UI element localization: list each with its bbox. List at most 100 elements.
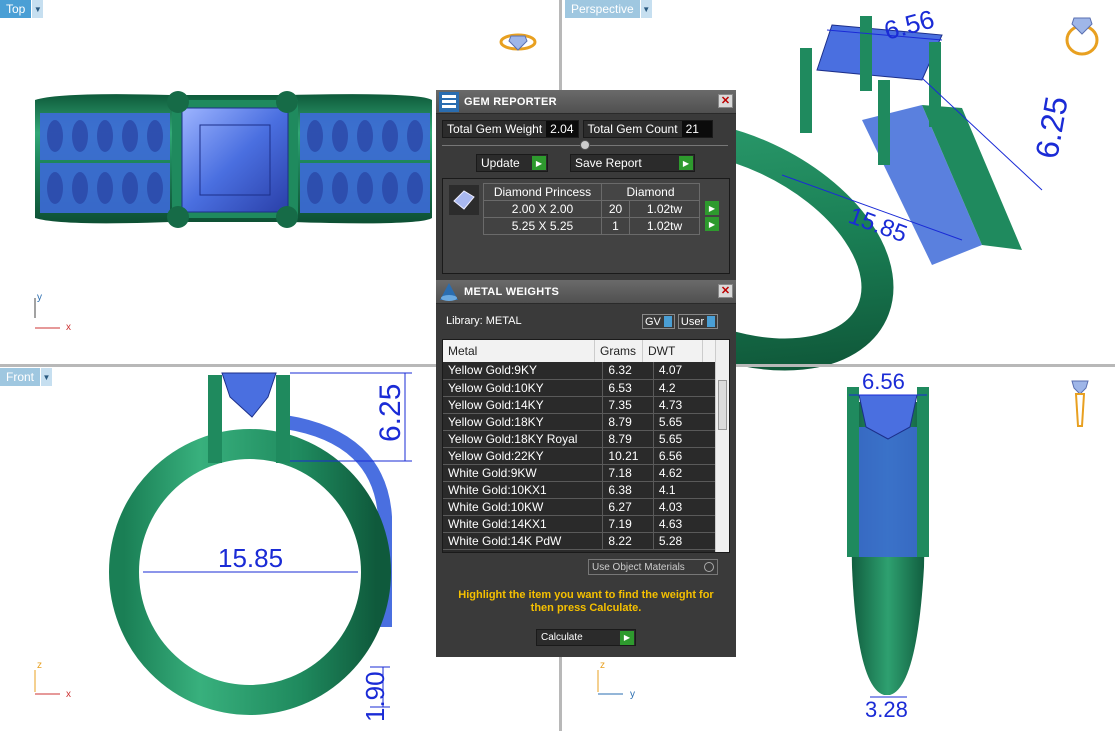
column-header: Diamond [601, 183, 700, 201]
update-button[interactable]: Update ▶ [476, 154, 548, 172]
metal-cell-grams: 7.19 [602, 515, 654, 533]
gem-row[interactable]: 5.25 X 5.25 1 1.02tw [483, 217, 700, 235]
metal-cell-dwt: 4.07 [653, 362, 718, 380]
toggle-label: Use Object Materials [592, 561, 685, 573]
metal-cell-grams: 6.53 [602, 379, 654, 397]
metal-cell-dwt: 4.1 [653, 481, 718, 499]
column-header[interactable]: DWT [643, 340, 703, 362]
gem-reporter-header[interactable]: GEM REPORTER ✕ [436, 90, 736, 114]
metal-list[interactable]: Metal Grams DWT Yellow Gold:9KY 6.32 4.07 Y… [442, 339, 730, 553]
metal-cell-metal: White Gold:10KW [443, 498, 604, 516]
metal-table: Yellow Gold:9KY 6.32 4.07 Yellow Gold:10KY 6… [443, 362, 718, 550]
metal-row[interactable]: White Gold:14K PdW 8.22 5.28 [443, 532, 718, 550]
metal-cell-dwt: 4.03 [653, 498, 718, 516]
row-select-icon[interactable]: ▶ [705, 201, 719, 215]
metal-cell-metal: Yellow Gold:22KY [443, 447, 604, 465]
total-gem-count: Total Gem Count 21 [582, 120, 713, 138]
gem-reporter-panel: GEM REPORTER ✕ Total Gem Weight 2.04 Tot… [436, 90, 736, 280]
metal-cell-grams: 6.38 [602, 481, 654, 499]
field-label: Total Gem Count [587, 122, 678, 136]
gem-count: 1 [601, 217, 630, 235]
play-icon: ▶ [679, 156, 693, 170]
library-label: Library: METAL [446, 315, 522, 327]
field-value: 21 [681, 121, 712, 137]
metal-row[interactable]: Yellow Gold:9KY 6.32 4.07 [443, 362, 718, 380]
ring-thumbnail-icon [499, 33, 537, 51]
axis-z-label: z [37, 660, 42, 671]
metal-cell-grams: 6.27 [602, 498, 654, 516]
dimension-width: 15.85 [218, 543, 283, 573]
metal-row[interactable]: White Gold:9KW 7.18 4.62 [443, 464, 718, 482]
gem-size: 5.25 X 5.25 [483, 217, 602, 235]
metal-cell-metal: Yellow Gold:9KY [443, 362, 604, 380]
metal-list-header: Metal Grams DWT [443, 340, 729, 362]
metal-cell-dwt: 5.65 [653, 430, 718, 448]
use-object-materials-toggle[interactable]: Use Object Materials [588, 559, 718, 575]
total-gem-weight: Total Gem Weight 2.04 [442, 120, 579, 138]
metal-weights-header[interactable]: METAL WEIGHTS ✕ [436, 280, 736, 304]
save-report-button[interactable]: Save Report ▶ [570, 154, 695, 172]
metal-cell-grams: 6.32 [602, 362, 654, 380]
metal-cell-metal: Yellow Gold:18KY [443, 413, 604, 431]
metal-cell-dwt: 6.56 [653, 447, 718, 465]
metal-row[interactable]: Yellow Gold:10KY 6.53 4.2 [443, 379, 718, 397]
metal-cell-metal: Yellow Gold:10KY [443, 379, 604, 397]
dimension-bottom: 3.28 [865, 697, 908, 722]
axis-x-label: x [66, 689, 71, 700]
metal-cell-metal: White Gold:14KX1 [443, 515, 604, 533]
gem-weight: 1.02tw [629, 217, 700, 235]
column-header: Diamond Princess [483, 183, 602, 201]
panel-title: METAL WEIGHTS [464, 285, 560, 298]
field-label: Total Gem Weight [447, 122, 543, 136]
slider-handle[interactable] [580, 140, 590, 150]
row-select-icon[interactable]: ▶ [705, 217, 719, 231]
gem-size: 2.00 X 2.00 [483, 200, 602, 218]
metal-cell-grams: 8.22 [602, 532, 654, 550]
radio-icon [704, 562, 714, 572]
metal-cell-grams: 7.35 [602, 396, 654, 414]
metal-row[interactable]: Yellow Gold:18KY Royal 8.79 5.65 [443, 430, 718, 448]
toggle-label: GV [645, 315, 661, 328]
metal-cell-metal: White Gold:10KX1 [443, 481, 604, 499]
button-label: Save Report [575, 156, 642, 170]
panel-title: GEM REPORTER [464, 95, 557, 108]
calculate-button[interactable]: Calculate ▶ [536, 629, 636, 646]
scrollbar[interactable] [715, 340, 729, 552]
field-value: 2.04 [546, 121, 578, 137]
axis-x-label: x [66, 322, 71, 333]
axis-y-label: y [630, 689, 635, 700]
close-icon[interactable]: ✕ [718, 94, 733, 108]
gv-toggle[interactable]: GV [642, 314, 675, 329]
metal-cell-dwt: 5.28 [653, 532, 718, 550]
toggle-indicator-icon [707, 316, 716, 327]
axis-z-label: z [600, 660, 605, 671]
play-icon: ▶ [620, 630, 634, 645]
metal-row[interactable]: White Gold:10KX1 6.38 4.1 [443, 481, 718, 499]
metal-row[interactable]: Yellow Gold:18KY 8.79 5.65 [443, 413, 718, 431]
metal-cell-grams: 10.21 [602, 447, 654, 465]
gem-table-header: Diamond Princess Diamond [483, 183, 700, 201]
dimension-height: 6.25 [1028, 94, 1074, 162]
metal-cell-dwt: 4.2 [653, 379, 718, 397]
metal-row[interactable]: Yellow Gold:14KY 7.35 4.73 [443, 396, 718, 414]
ring-thumbnail-icon [1065, 17, 1099, 56]
column-header[interactable]: Grams [595, 340, 643, 362]
gem-row[interactable]: 2.00 X 2.00 20 1.02tw [483, 200, 700, 218]
scrollbar-thumb[interactable] [718, 380, 727, 430]
user-toggle[interactable]: User [677, 314, 719, 329]
metal-cell-grams: 8.79 [602, 413, 654, 431]
dimension-top: 6.56 [862, 369, 905, 394]
button-label: Update [481, 156, 520, 170]
dimension-base: 1.90 [360, 671, 390, 722]
metal-row[interactable]: Yellow Gold:22KY 10.21 6.56 [443, 447, 718, 465]
metal-cell-grams: 8.79 [602, 430, 654, 448]
metal-cell-metal: White Gold:9KW [443, 464, 604, 482]
column-header[interactable]: Metal [443, 340, 595, 362]
diamond-princess-icon [449, 185, 479, 215]
metal-row[interactable]: White Gold:14KX1 7.19 4.63 [443, 515, 718, 533]
metal-cell-metal: White Gold:14K PdW [443, 532, 604, 550]
metal-cell-metal: Yellow Gold:14KY [443, 396, 604, 414]
toggle-indicator-icon [663, 316, 672, 327]
metal-row[interactable]: White Gold:10KW 6.27 4.03 [443, 498, 718, 516]
close-icon[interactable]: ✕ [718, 284, 733, 298]
